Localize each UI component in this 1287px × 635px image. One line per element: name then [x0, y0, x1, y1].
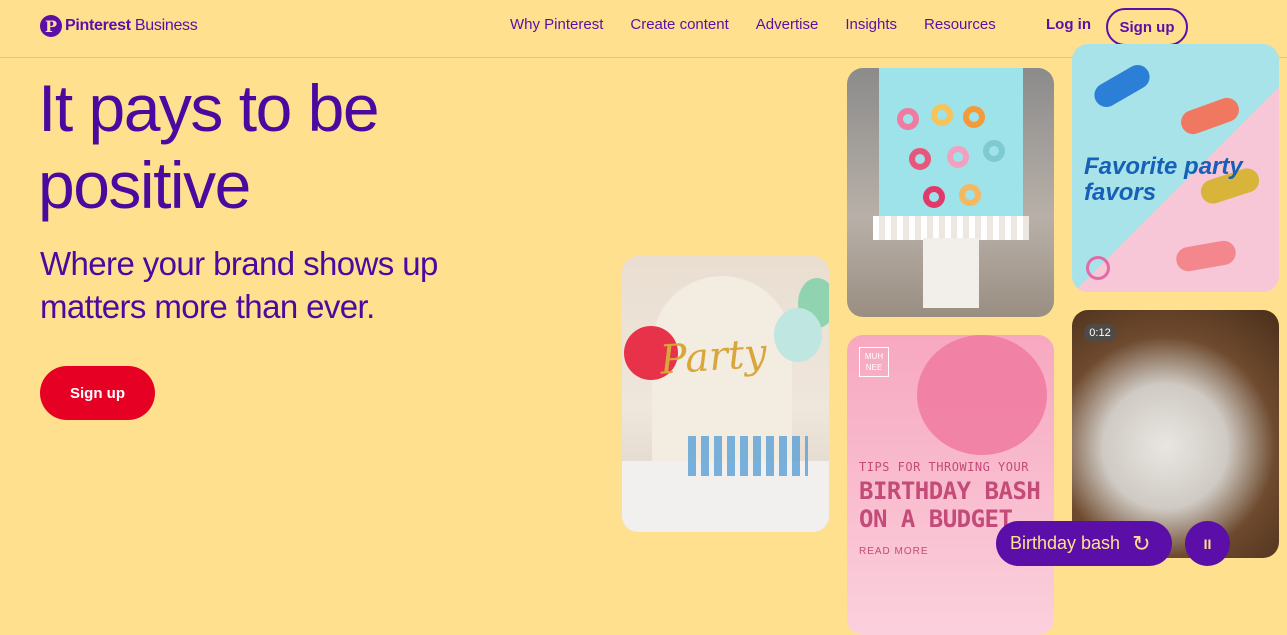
favorite-party-favors-text: Favorite party favors	[1084, 153, 1243, 206]
refresh-icon: ↻	[1132, 530, 1151, 556]
donut-decoration	[897, 108, 919, 130]
nav-resources[interactable]: Resources	[924, 16, 996, 33]
pinterest-logo-icon: P	[40, 15, 62, 37]
read-more-label: READ MORE	[859, 546, 929, 557]
donut-decoration	[947, 146, 969, 168]
main-nav: Why Pinterest Create content Advertise I…	[510, 16, 1023, 33]
hero-subhead: Where your brand shows up matters more t…	[40, 245, 438, 325]
nav-advertise[interactable]: Advertise	[756, 16, 819, 33]
donut-decoration	[959, 184, 981, 206]
logo-text: Pinterest Business	[65, 17, 198, 34]
donut-decoration	[983, 140, 1005, 162]
donut-decoration	[931, 104, 953, 126]
nav-create-content[interactable]: Create content	[630, 16, 728, 33]
signup-button-header[interactable]: Sign up	[1106, 8, 1188, 46]
water-bottles	[688, 436, 808, 476]
pause-icon: II	[1203, 535, 1212, 552]
donut-decoration	[963, 106, 985, 128]
pink-balloon	[917, 335, 1047, 455]
red-dinosaur	[1177, 94, 1243, 138]
hero-headline: It pays to be positive	[38, 71, 380, 222]
muhnee-brand-mark: MUH NEE	[859, 347, 889, 377]
topic-label: Birthday bash	[1010, 533, 1121, 553]
party-favors-image[interactable]: Favorite party favors	[1072, 44, 1279, 292]
video-duration-badge: 0:12	[1084, 324, 1116, 342]
pause-button[interactable]: II	[1185, 521, 1230, 566]
pink-dinosaur	[1174, 238, 1238, 274]
topic-switch-button[interactable]: Birthday bash ↻	[996, 521, 1172, 566]
budget-pin-kicker: TIPS FOR THROWING YOUR	[859, 460, 1029, 474]
mint-balloon	[774, 308, 822, 362]
nav-insights[interactable]: Insights	[845, 16, 897, 33]
login-link[interactable]: Log in	[1046, 16, 1091, 33]
donut-decoration	[909, 148, 931, 170]
blue-dinosaur	[1090, 60, 1154, 112]
party-balloon-letters: Party	[658, 330, 769, 384]
lace-trim	[873, 216, 1029, 240]
nav-why-pinterest[interactable]: Why Pinterest	[510, 16, 603, 33]
cake-stand	[923, 238, 979, 308]
donut-decoration	[923, 186, 945, 208]
signup-button-hero[interactable]: Sign up	[40, 366, 155, 420]
birthday-budget-pin[interactable]: MUH NEE TIPS FOR THROWING YOUR BIRTHDAY …	[847, 335, 1054, 635]
spiral-candy	[1086, 256, 1110, 280]
pinterest-business-logo[interactable]: P Pinterest Business	[40, 15, 198, 37]
donut-cake-image[interactable]	[847, 68, 1054, 317]
party-decor-image[interactable]: Party	[622, 256, 829, 532]
